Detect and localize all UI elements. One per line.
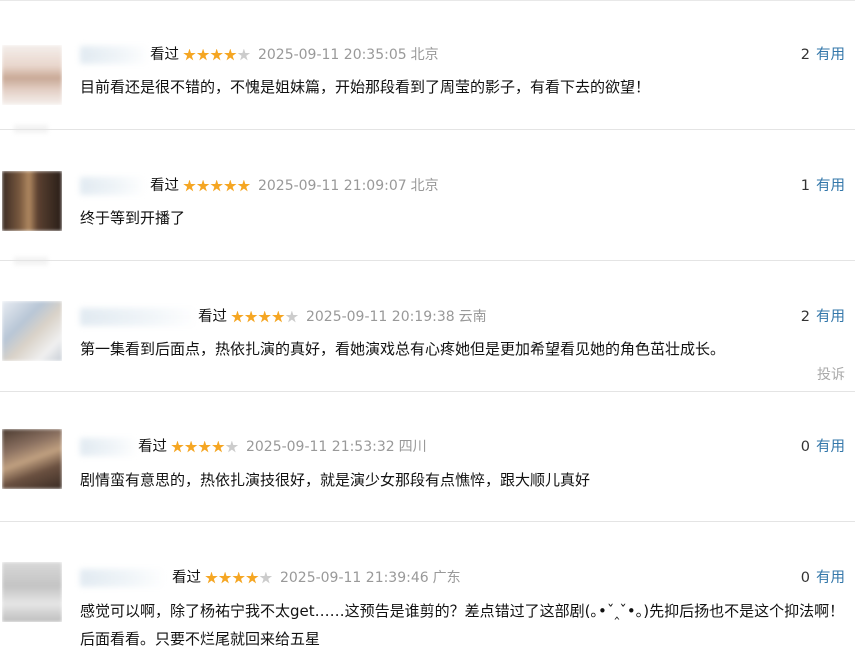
comment-meta: 看过 2025-09-11 20:35:05 北京 — [80, 45, 439, 65]
star-icon — [171, 440, 184, 453]
useful-button[interactable]: 有用 — [816, 178, 845, 194]
useful-count: 2 — [800, 47, 810, 63]
star-icon — [272, 310, 285, 323]
star-icon — [196, 48, 210, 61]
star-icon — [246, 571, 259, 584]
divider — [0, 391, 855, 392]
useful-button[interactable]: 有用 — [816, 309, 845, 325]
avatar[interactable] — [2, 429, 62, 489]
comment-location: 广东 — [432, 570, 461, 586]
useful-vote: 2 有用 — [801, 307, 845, 327]
username[interactable] — [80, 46, 150, 64]
star-icon — [205, 571, 218, 584]
useful-button[interactable]: 有用 — [816, 439, 845, 455]
rating-stars — [183, 48, 251, 62]
star-icon — [184, 440, 198, 453]
avatar[interactable] — [2, 562, 62, 622]
rating-stars — [183, 179, 251, 193]
comment-text: 终于等到开播了 — [80, 209, 186, 227]
useful-count: 0 — [800, 570, 810, 586]
star-icon — [237, 48, 251, 61]
comment-text: 感觉可以啊，除了杨祐宁我不太get……这预告是谁剪的？差点错过了这部剧(｡•ˇ‸… — [80, 602, 845, 648]
useful-count: 2 — [800, 309, 810, 325]
star-icon — [244, 310, 258, 323]
star-icon — [237, 179, 251, 192]
star-icon — [218, 571, 232, 584]
comment-meta: 看过 2025-09-11 21:09:07 北京 — [80, 176, 439, 196]
comment-meta: 看过 2025-09-11 21:39:46 广东 — [80, 568, 461, 588]
comment-location: 北京 — [410, 178, 439, 194]
watched-status: 看过 — [150, 47, 179, 63]
comment-time: 2025-09-11 21:39:46 — [279, 570, 429, 586]
divider — [0, 521, 855, 522]
comment-time: 2025-09-11 21:09:07 — [257, 178, 407, 194]
star-icon — [224, 48, 237, 61]
watched-status: 看过 — [172, 570, 201, 586]
star-icon — [285, 310, 299, 323]
username[interactable] — [80, 438, 138, 456]
star-icon — [231, 310, 244, 323]
rating-stars — [171, 440, 239, 454]
star-icon — [196, 179, 210, 192]
watched-status: 看过 — [138, 439, 167, 455]
rating-stars — [231, 310, 299, 324]
avatar[interactable] — [2, 171, 62, 231]
comment-time: 2025-09-11 20:35:05 — [257, 47, 407, 63]
comment-location: 四川 — [398, 439, 427, 455]
comment-time: 2025-09-11 21:53:32 — [245, 439, 395, 455]
username[interactable] — [80, 308, 198, 326]
useful-button[interactable]: 有用 — [816, 47, 845, 63]
comment-time: 2025-09-11 20:19:38 — [305, 309, 455, 325]
useful-button[interactable]: 有用 — [816, 570, 845, 586]
star-icon — [232, 571, 245, 584]
useful-count: 0 — [800, 439, 810, 455]
watched-status: 看过 — [150, 178, 179, 194]
username[interactable] — [80, 569, 166, 587]
useful-count: 1 — [800, 178, 810, 194]
username[interactable] — [80, 177, 146, 195]
useful-vote: 2 有用 — [801, 45, 845, 65]
star-icon — [198, 440, 211, 453]
report-button[interactable]: 投诉 — [817, 364, 845, 384]
star-icon — [183, 48, 196, 61]
avatar-shadow — [14, 257, 48, 265]
star-icon — [225, 440, 239, 453]
divider — [0, 129, 855, 130]
star-icon — [224, 179, 237, 192]
divider — [0, 260, 855, 261]
comment-text: 目前看还是很不错的，不愧是姐妹篇，开始那段看到了周莹的影子，有看下去的欲望！ — [80, 78, 651, 96]
star-icon — [212, 440, 225, 453]
star-icon — [258, 310, 271, 323]
useful-vote: 0 有用 — [801, 568, 845, 588]
star-icon — [259, 571, 273, 584]
useful-vote: 1 有用 — [801, 176, 845, 196]
star-icon — [210, 179, 223, 192]
comment-meta: 看过 2025-09-11 21:53:32 四川 — [80, 437, 427, 457]
useful-vote: 0 有用 — [801, 437, 845, 457]
star-icon — [183, 179, 196, 192]
comment-meta: 看过 2025-09-11 20:19:38 云南 — [80, 307, 487, 327]
comment-location: 云南 — [458, 309, 487, 325]
avatar[interactable] — [2, 301, 62, 361]
rating-stars — [205, 571, 273, 585]
comment-text: 第一集看到后面点，热依扎演的真好，看她演戏总有心疼她但是更加希望看见她的角色茁壮… — [80, 340, 726, 358]
comments-page: 看过 2025-09-11 20:35:05 北京 2 有用 目前看还是很不错的，… — [0, 0, 855, 656]
watched-status: 看过 — [198, 309, 227, 325]
comment-text: 剧情蛮有意思的，热依扎演技很好，就是演少女那段有点憔悴，跟大顺儿真好 — [80, 471, 591, 489]
star-icon — [210, 48, 223, 61]
avatar[interactable] — [2, 45, 62, 105]
comment-location: 北京 — [410, 47, 439, 63]
